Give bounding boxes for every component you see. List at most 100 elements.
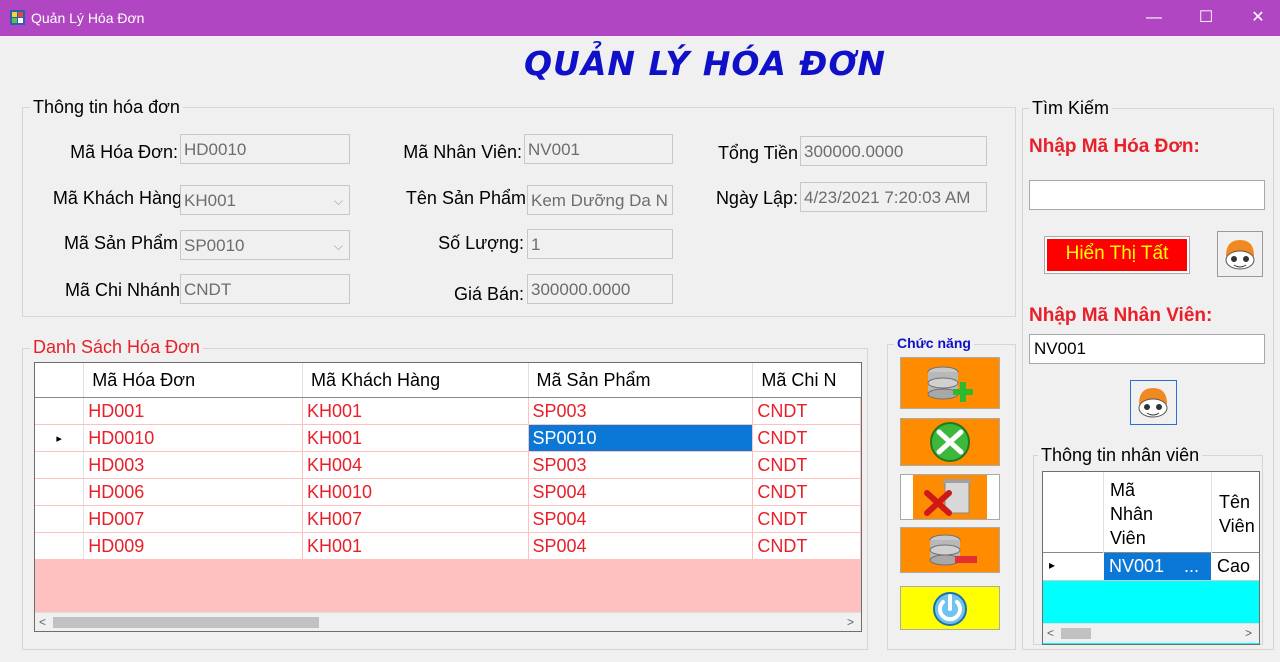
table-cell-selected[interactable]: NV001 ...	[1104, 553, 1211, 580]
table-cell[interactable]: SP004	[528, 505, 754, 533]
table-cell[interactable]: CNDT	[752, 478, 861, 506]
table-cell[interactable]: SP003	[528, 397, 754, 425]
table-cell[interactable]: CNDT	[752, 424, 861, 452]
invoice-grid[interactable]: Mã Hóa Đơn Mã Khách Hàng Mã Sản Phẩm Mã …	[34, 362, 862, 632]
window-title: Quản Lý Hóa Đơn	[31, 10, 145, 26]
ma-khach-hang-combo[interactable]: KH001 ⌵	[180, 185, 350, 215]
table-cell[interactable]: CNDT	[752, 451, 861, 479]
table-row[interactable]: ▸ NV001 ... Cao	[1043, 553, 1259, 581]
table-cell[interactable]: CNDT	[752, 505, 861, 533]
invoice-grid-hscrollbar[interactable]: < >	[35, 612, 861, 631]
row-header-corner	[35, 363, 85, 398]
scroll-right-arrow[interactable]: >	[1245, 624, 1252, 642]
table-cell[interactable]: HD007	[83, 505, 303, 533]
close-button[interactable]: ✕	[1234, 0, 1280, 36]
row-header[interactable]	[35, 505, 85, 533]
invoice-list-group-label: Danh Sách Hóa Đơn	[30, 337, 203, 358]
column-header-ma-hoa-don[interactable]: Mã Hóa Đơn	[83, 363, 303, 398]
table-cell[interactable]: HD009	[83, 532, 303, 560]
recycle-delete-icon	[901, 475, 999, 519]
employee-name-value[interactable]: Cao	[1217, 556, 1250, 577]
scroll-thumb[interactable]	[53, 617, 319, 628]
row-header-current[interactable]: ▸	[35, 424, 85, 452]
table-cell[interactable]: KH001	[302, 424, 529, 452]
table-row[interactable]: ▸ HD0010 KH001 SP0010 CNDT	[35, 424, 861, 452]
table-cell[interactable]: KH0010	[302, 478, 529, 506]
table-cell[interactable]: KH007	[302, 505, 529, 533]
app-icon	[10, 10, 25, 25]
table-cell[interactable]: HD001	[83, 397, 303, 425]
row-header[interactable]	[35, 532, 85, 560]
ma-hoa-don-field[interactable]: HD0010	[180, 134, 350, 164]
table-row[interactable]: HD009 KH001 SP004 CNDT	[35, 532, 861, 560]
title-bar: Quản Lý Hóa Đơn — ☐ ✕	[0, 0, 1280, 36]
header-line: Viên	[1219, 516, 1255, 536]
scroll-thumb[interactable]	[1061, 628, 1091, 639]
minimize-button[interactable]: —	[1130, 0, 1178, 36]
table-row[interactable]: HD006 KH0010 SP004 CNDT	[35, 478, 861, 506]
tong-tien-field[interactable]: 300000.0000	[800, 136, 987, 166]
table-cell[interactable]: SP004	[528, 532, 754, 560]
chevron-down-icon: ⌵	[333, 239, 343, 253]
employee-id-value: NV001	[1109, 556, 1165, 576]
table-cell[interactable]: SP003	[528, 451, 754, 479]
table-cell[interactable]: HD0010	[83, 424, 303, 452]
row-header[interactable]	[35, 397, 85, 425]
column-header-ten-nhan-vien[interactable]: Tên Viên	[1219, 490, 1255, 538]
edit-button[interactable]	[900, 418, 1000, 466]
search-employee-button[interactable]	[1130, 380, 1177, 425]
ngay-lap-label: Ngày Lập:	[715, 188, 798, 208]
header-line: Tên	[1219, 492, 1251, 512]
employee-search-input[interactable]	[1029, 334, 1265, 364]
ma-chi-nhanh-label: Mã Chi Nhánh	[64, 280, 180, 300]
so-luong-label: Số Lượng:	[438, 233, 524, 253]
ngay-lap-field[interactable]: 4/23/2021 7:20:03 AM	[800, 182, 987, 212]
table-cell-selected[interactable]: SP0010	[528, 424, 754, 452]
ma-chi-nhanh-field[interactable]: CNDT	[180, 274, 350, 304]
row-header[interactable]	[35, 451, 85, 479]
table-cell[interactable]: KH001	[302, 397, 529, 425]
table-cell[interactable]: KH004	[302, 451, 529, 479]
so-luong-field[interactable]: 1	[527, 229, 673, 259]
invoice-info-group-label: Thông tin hóa đơn	[30, 97, 183, 118]
table-cell[interactable]: CNDT	[752, 532, 861, 560]
employee-grid[interactable]: Mã Nhân Viên Tên Viên ▸ NV001 ... Cao < …	[1042, 471, 1260, 645]
employee-grid-hscrollbar[interactable]: < >	[1043, 623, 1259, 643]
scroll-right-arrow[interactable]: >	[847, 613, 854, 631]
table-cell[interactable]: HD006	[83, 478, 303, 506]
header-line: Nhân	[1110, 504, 1154, 524]
column-header-ma-chi-nhanh[interactable]: Mã Chi N	[752, 363, 861, 398]
table-cell[interactable]: SP004	[528, 478, 754, 506]
column-header-ma-khach-hang[interactable]: Mã Khách Hàng	[302, 363, 529, 398]
gia-ban-field[interactable]: 300000.0000	[527, 274, 673, 304]
table-row[interactable]: HD007 KH007 SP004 CNDT	[35, 505, 861, 533]
column-header-ma-nhan-vien[interactable]: Mã Nhân Viên	[1110, 478, 1153, 550]
truncation-ellipsis: ...	[1184, 556, 1200, 576]
table-cell[interactable]: KH001	[302, 532, 529, 560]
ma-san-pham-combo[interactable]: SP0010 ⌵	[180, 230, 350, 260]
ten-san-pham-label: Tên Sản Phẩm	[405, 188, 526, 208]
add-button[interactable]	[900, 357, 1000, 409]
delete-button[interactable]	[900, 474, 1000, 520]
ma-nhan-vien-field[interactable]: NV001	[524, 134, 673, 164]
search-invoice-button[interactable]	[1217, 231, 1263, 277]
table-row[interactable]: HD001 KH001 SP003 CNDT	[35, 397, 861, 425]
ma-nhan-vien-label: Mã Nhân Viên:	[403, 142, 522, 162]
scroll-left-arrow[interactable]: <	[1047, 624, 1054, 642]
scroll-left-arrow[interactable]: <	[39, 613, 46, 631]
invoice-search-label: Nhập Mã Hóa Đơn:	[1029, 136, 1200, 157]
table-cell[interactable]: CNDT	[752, 397, 861, 425]
row-header[interactable]	[35, 478, 85, 506]
column-header-ma-san-pham[interactable]: Mã Sản Phẩm	[528, 363, 754, 398]
show-all-button[interactable]: Hiển Thị Tất	[1044, 236, 1190, 274]
table-row[interactable]: HD003 KH004 SP003 CNDT	[35, 451, 861, 479]
exit-button[interactable]	[900, 586, 1000, 630]
table-cell[interactable]: HD003	[83, 451, 303, 479]
row-header-current[interactable]: ▸	[1049, 558, 1055, 572]
invoice-search-input[interactable]	[1029, 180, 1265, 210]
remove-button[interactable]	[900, 527, 1000, 573]
ten-san-pham-field[interactable]: Kem Dưỡng Da N	[527, 185, 673, 215]
maximize-button[interactable]: ☐	[1182, 0, 1230, 36]
chevron-down-icon: ⌵	[333, 194, 343, 208]
search-icon	[1225, 240, 1255, 270]
